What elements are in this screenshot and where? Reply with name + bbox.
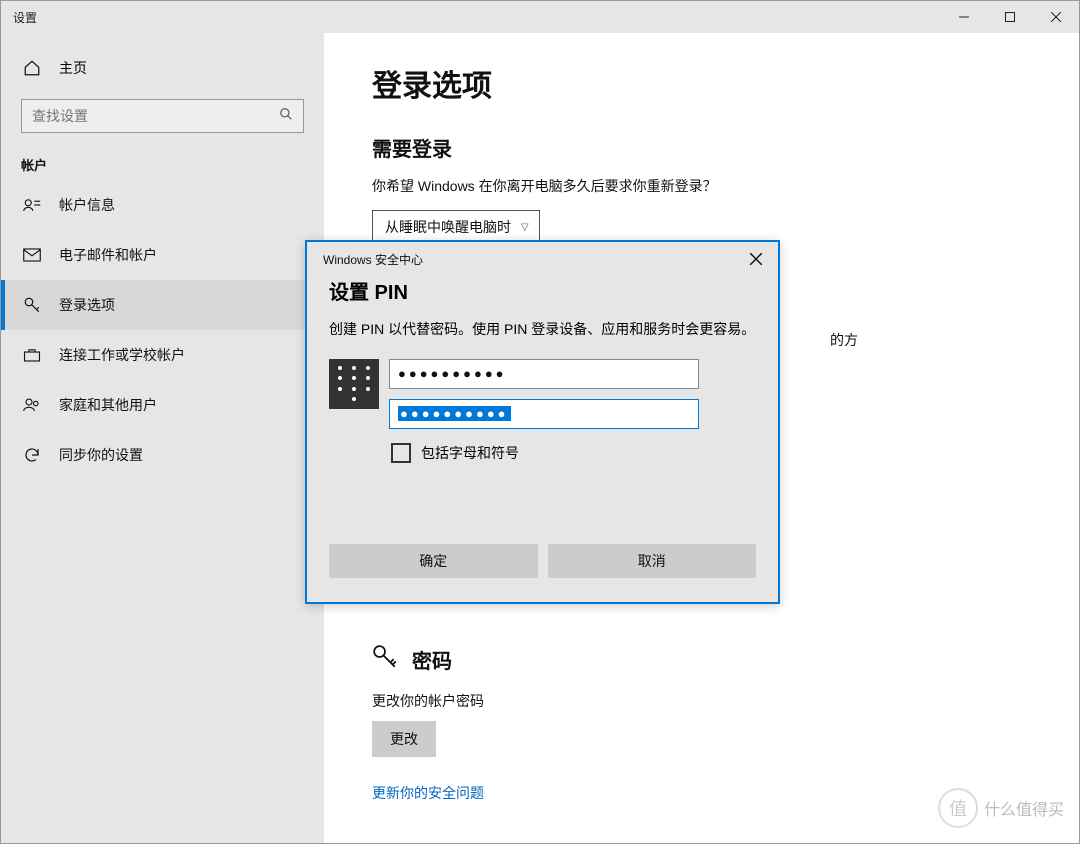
- close-button[interactable]: [1033, 1, 1079, 33]
- sidebar-item-family-users[interactable]: 家庭和其他用户: [1, 380, 324, 430]
- sidebar-item-label: 同步你的设置: [59, 445, 143, 465]
- watermark: 值 什么值得买: [938, 788, 1064, 828]
- cancel-button[interactable]: 取消: [548, 544, 757, 578]
- search-icon: [279, 107, 293, 126]
- person-card-icon: [23, 197, 41, 213]
- change-password-button[interactable]: 更改: [372, 721, 436, 757]
- sidebar-item-label: 帐户信息: [59, 195, 115, 215]
- new-pin-input[interactable]: ●●●●●●●●●●: [389, 359, 699, 389]
- sidebar-item-signin-options[interactable]: 登录选项: [1, 280, 324, 330]
- minimize-button[interactable]: [941, 1, 987, 33]
- password-desc: 更改你的帐户密码: [372, 691, 1079, 711]
- dialog-heading: 设置 PIN: [329, 276, 756, 305]
- sidebar-home-label: 主页: [59, 58, 87, 78]
- sidebar-category: 帐户: [1, 141, 324, 180]
- briefcase-icon: [23, 347, 41, 363]
- key-icon: [23, 296, 41, 314]
- picture-password-heading: 图片密码: [412, 842, 492, 843]
- dialog-title: Windows 安全中心: [323, 251, 744, 268]
- include-letters-symbols-checkbox[interactable]: [391, 443, 411, 463]
- require-signin-question: 你希望 Windows 在你离开电脑多久后要求你重新登录？: [372, 176, 1079, 196]
- require-signin-heading: 需要登录: [372, 133, 1079, 162]
- dialog-close-button[interactable]: [744, 247, 768, 271]
- sidebar-item-label: 家庭和其他用户: [59, 395, 157, 415]
- window-title: 设置: [1, 9, 37, 26]
- maximize-button[interactable]: [987, 1, 1033, 33]
- people-icon: [23, 397, 41, 413]
- watermark-icon: 值: [938, 788, 978, 828]
- ok-button[interactable]: 确定: [329, 544, 538, 578]
- home-icon: [23, 59, 41, 77]
- titlebar: 设置: [1, 1, 1079, 33]
- watermark-text: 什么值得买: [984, 796, 1064, 820]
- search-box[interactable]: [21, 99, 304, 133]
- sidebar-item-email-accounts[interactable]: 电子邮件和帐户: [1, 230, 324, 280]
- update-security-questions-link[interactable]: 更新你的安全问题: [372, 783, 484, 803]
- sidebar-item-label: 登录选项: [59, 295, 115, 315]
- page-heading: 登录选项: [372, 61, 1079, 105]
- password-heading: 密码: [412, 645, 452, 674]
- sidebar-item-label: 连接工作或学校帐户: [59, 345, 185, 365]
- dropdown-value: 从睡眠中唤醒电脑时: [385, 217, 511, 237]
- sidebar-item-label: 电子邮件和帐户: [59, 245, 157, 265]
- mail-icon: [23, 248, 41, 262]
- search-input[interactable]: [32, 108, 279, 124]
- require-signin-dropdown[interactable]: 从睡眠中唤醒电脑时 ▽: [372, 210, 540, 244]
- key-icon: [372, 644, 398, 675]
- sidebar-item-work-school[interactable]: 连接工作或学校帐户: [1, 330, 324, 380]
- sidebar: 主页 帐户 帐户信息 电: [1, 33, 324, 843]
- obscured-text-fragment: 的方: [830, 330, 858, 350]
- sync-icon: [23, 446, 41, 464]
- dialog-description: 创建 PIN 以代替密码。使用 PIN 登录设备、应用和服务时会更容易。: [329, 319, 756, 341]
- pin-setup-dialog: Windows 安全中心 设置 PIN 创建 PIN 以代替密码。使用 PIN …: [305, 240, 780, 604]
- sidebar-item-account-info[interactable]: 帐户信息: [1, 180, 324, 230]
- sidebar-home[interactable]: 主页: [1, 47, 324, 89]
- checkbox-label: 包括字母和符号: [421, 443, 519, 463]
- confirm-pin-input[interactable]: ●●●●●●●●●●: [389, 399, 699, 429]
- keypad-icon: [329, 359, 379, 409]
- sidebar-item-sync-settings[interactable]: 同步你的设置: [1, 430, 324, 480]
- chevron-down-icon: ▽: [521, 222, 529, 233]
- picture-icon: [372, 841, 398, 843]
